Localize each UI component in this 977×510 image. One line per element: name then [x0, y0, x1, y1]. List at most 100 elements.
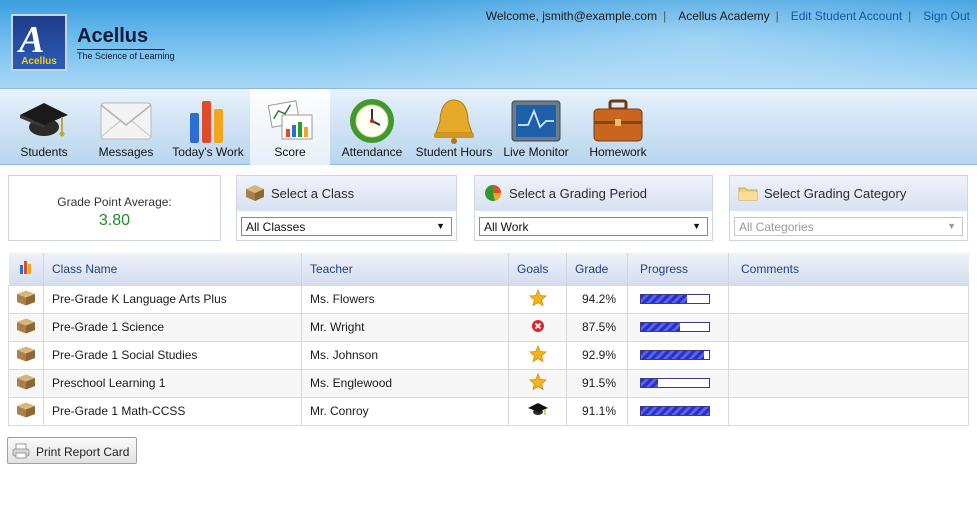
toolbar-todays-work[interactable]: Today's Work — [170, 89, 246, 165]
progress-bar-fill — [641, 295, 688, 303]
category-filter-header: Select Grading Category — [730, 176, 967, 211]
toolbar-label: Live Monitor — [503, 145, 569, 159]
progress-cell — [627, 312, 729, 342]
class-select[interactable]: All Classes ▼ — [241, 217, 452, 236]
toolbar-label: Student Hours — [415, 145, 493, 159]
star-icon — [528, 288, 547, 310]
comments-cell — [728, 368, 969, 398]
toolbar-label: Attendance — [341, 145, 403, 159]
goal-cell — [508, 284, 567, 314]
period-select[interactable]: All Work ▼ — [479, 217, 708, 236]
category-select-value: All Categories — [739, 220, 814, 234]
progress-bar — [640, 350, 710, 360]
category-filter-title: Select Grading Category — [764, 186, 907, 201]
class-select-value: All Classes — [246, 220, 306, 234]
grade-cell: 87.5% — [566, 312, 628, 342]
period-select-value: All Work — [484, 220, 529, 234]
col-goals[interactable]: Goals — [508, 253, 567, 285]
folder-icon — [738, 187, 758, 201]
progress-cell — [627, 284, 729, 314]
teacher-cell: Ms. Johnson — [301, 340, 509, 370]
grade-cell: 92.9% — [566, 340, 628, 370]
welcome-text: Welcome, jsmith@example.com — [485, 9, 658, 23]
progress-cell — [627, 368, 729, 398]
toolbar-students[interactable]: Students — [8, 89, 80, 165]
print-report-card-button[interactable]: Print Report Card — [7, 437, 137, 464]
star-icon — [528, 372, 547, 394]
table-row[interactable]: Pre-Grade 1 Math-CCSS Mr. Conroy 91.1% — [8, 396, 969, 426]
gpa-label: Grade Point Average: — [57, 195, 172, 209]
class-name-cell[interactable]: Pre-Grade 1 Math-CCSS — [43, 396, 302, 426]
table-row[interactable]: Pre-Grade K Language Arts Plus Ms. Flower… — [8, 284, 969, 314]
table-row[interactable]: Pre-Grade 1 Social Studies Ms. Johnson 92.… — [8, 340, 969, 370]
toolbar-live-monitor[interactable]: Live Monitor — [499, 89, 573, 165]
class-name-cell[interactable]: Pre-Grade K Language Arts Plus — [43, 284, 302, 314]
toolbar-student-hours[interactable]: Student Hours — [412, 89, 496, 165]
class-name-cell[interactable]: Pre-Grade 1 Science — [43, 312, 302, 342]
category-select[interactable]: All Categories ▼ — [734, 217, 963, 236]
comments-cell — [728, 340, 969, 370]
graduation-cap-icon — [527, 402, 548, 421]
brand-tagline: The Science of Learning — [77, 51, 175, 61]
gpa-value: 3.80 — [98, 212, 131, 229]
clock-icon — [350, 99, 394, 143]
progress-bar-fill — [641, 407, 709, 415]
progress-bar — [640, 322, 710, 332]
col-comments[interactable]: Comments — [728, 253, 969, 285]
brand-name: Acellus — [77, 25, 149, 47]
sign-out-link[interactable]: Sign Out — [923, 9, 970, 23]
goal-cell — [508, 340, 567, 370]
toolbar-label: Today's Work — [172, 145, 244, 159]
toolbar-label: Score — [274, 145, 306, 159]
grades-table: Class Name Teacher Goals Grade Progress … — [8, 253, 969, 426]
teacher-cell: Mr. Wright — [301, 312, 509, 342]
brand: Acellus The Science of Learning — [77, 26, 175, 61]
school-name: Acellus Academy — [678, 9, 770, 23]
grade-cell: 91.1% — [566, 396, 628, 426]
goal-cell — [508, 368, 567, 398]
toolbar-messages[interactable]: Messages — [90, 89, 162, 165]
brand-rule — [77, 49, 165, 50]
dropdown-arrow-icon: ▼ — [692, 221, 701, 231]
error-icon — [531, 319, 545, 336]
toolbar-label: Messages — [98, 145, 154, 159]
comments-cell — [728, 312, 969, 342]
col-progress[interactable]: Progress — [627, 253, 729, 285]
grade-cell: 91.5% — [566, 368, 628, 398]
progress-cell — [627, 396, 729, 426]
col-grade[interactable]: Grade — [566, 253, 628, 285]
table-row[interactable]: Pre-Grade 1 Science Mr. Wright 87.5% — [8, 312, 969, 342]
bell-icon — [434, 99, 474, 144]
comments-cell — [728, 396, 969, 426]
score-chart-icon — [267, 100, 313, 140]
col-class-name[interactable]: Class Name — [43, 253, 302, 285]
edit-account-link[interactable]: Edit Student Account — [791, 9, 902, 23]
class-filter-title: Select a Class — [271, 186, 355, 201]
class-box-icon — [8, 396, 44, 426]
pie-chart-icon — [485, 185, 501, 201]
main-toolbar: Students Messages Today's Work Score Att… — [0, 88, 977, 165]
graduation-cap-icon — [20, 103, 68, 137]
toolbar-homework[interactable]: Homework — [580, 89, 656, 165]
class-box-icon — [8, 368, 44, 398]
progress-bar-fill — [641, 351, 705, 359]
col-teacher[interactable]: Teacher — [301, 253, 509, 285]
bar-chart-icon — [19, 261, 31, 275]
acellus-logo[interactable]: A Acellus — [11, 14, 67, 71]
toolbar-score[interactable]: Score — [250, 89, 330, 165]
table-row[interactable]: Preschool Learning 1 Ms. Englewood 91.5% — [8, 368, 969, 398]
teacher-cell: Ms. Englewood — [301, 368, 509, 398]
class-name-cell[interactable]: Pre-Grade 1 Social Studies — [43, 340, 302, 370]
period-filter-panel: Select a Grading Period All Work ▼ — [474, 175, 713, 241]
goal-cell — [508, 396, 567, 426]
class-name-cell[interactable]: Preschool Learning 1 — [43, 368, 302, 398]
bar-chart-icon — [190, 101, 223, 143]
monitor-icon — [511, 100, 561, 142]
grade-cell: 94.2% — [566, 284, 628, 314]
box-icon — [246, 185, 264, 201]
print-button-label: Print Report Card — [36, 445, 130, 459]
dropdown-arrow-icon: ▼ — [947, 221, 956, 231]
toolbar-attendance[interactable]: Attendance — [336, 89, 408, 165]
table-header-row: Class Name Teacher Goals Grade Progress … — [8, 253, 969, 285]
progress-cell — [627, 340, 729, 370]
